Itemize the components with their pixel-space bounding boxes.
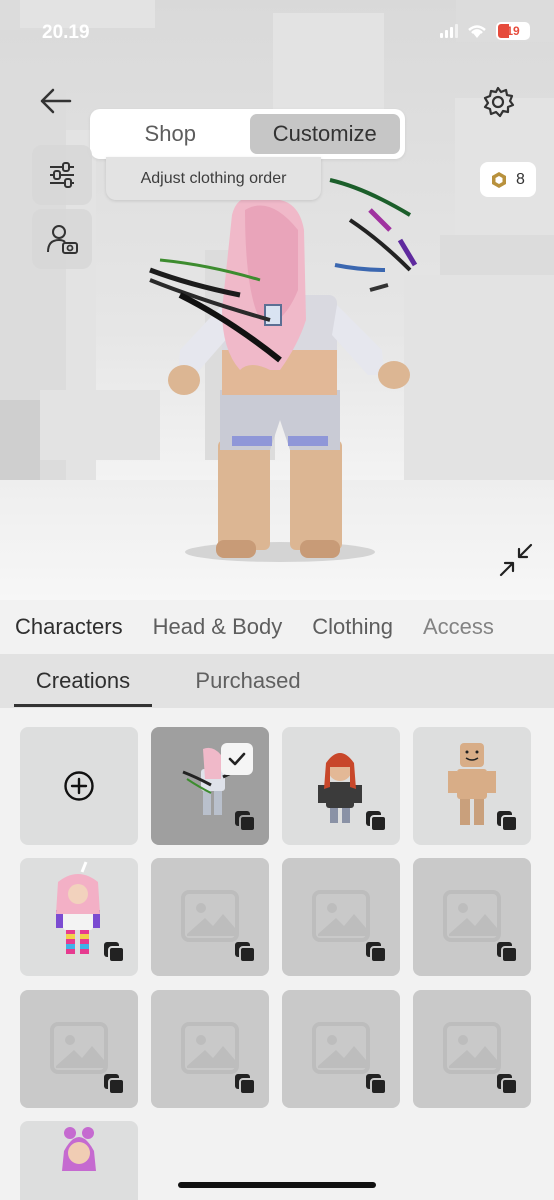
- adjust-clothing-button[interactable]: [32, 145, 92, 205]
- image-placeholder-icon: [181, 890, 239, 942]
- checkmark-icon: [228, 752, 246, 766]
- adjust-clothing-tooltip: Adjust clothing order: [106, 157, 321, 200]
- status-time: 20.19: [42, 22, 90, 43]
- signal-icon: [440, 24, 458, 38]
- character-tile-placeholder[interactable]: [282, 990, 400, 1108]
- robux-count: 8: [516, 170, 525, 188]
- tab-clothing[interactable]: Clothing: [312, 614, 393, 640]
- stack-icon: [104, 1074, 125, 1095]
- gear-icon: [483, 86, 515, 118]
- image-placeholder-icon: [443, 890, 501, 942]
- settings-button[interactable]: [480, 84, 516, 120]
- character-tile-placeholder[interactable]: [282, 858, 400, 976]
- shop-customize-toggle: Shop Customize: [90, 109, 405, 159]
- character-tile-placeholder[interactable]: [413, 858, 531, 976]
- back-button[interactable]: [38, 86, 74, 116]
- image-placeholder-icon: [312, 1022, 370, 1074]
- stack-icon: [497, 811, 518, 832]
- tab-purchased[interactable]: Purchased: [188, 654, 308, 708]
- character-tile-placeholder[interactable]: [20, 990, 138, 1108]
- stack-icon: [366, 1074, 387, 1095]
- wifi-icon: [468, 25, 486, 38]
- character-tile-placeholder[interactable]: [151, 858, 269, 976]
- shop-segment[interactable]: Shop: [95, 114, 246, 154]
- character-tile[interactable]: [413, 727, 531, 845]
- category-tabs: Characters Head & Body Clothing Access: [0, 600, 554, 654]
- image-placeholder-icon: [50, 1022, 108, 1074]
- collapse-arrows-icon: [499, 543, 533, 577]
- stack-icon: [497, 942, 518, 963]
- user-camera-icon: [47, 225, 78, 254]
- character-tile[interactable]: [282, 727, 400, 845]
- tab-head-body[interactable]: Head & Body: [153, 614, 283, 640]
- home-indicator: [178, 1182, 376, 1188]
- stack-icon: [235, 942, 256, 963]
- stack-icon: [235, 1074, 256, 1095]
- avatar-preview[interactable]: 20.19 19 Shop Customize Adjust clothing …: [0, 0, 554, 600]
- character-tile[interactable]: [20, 1121, 138, 1200]
- character-tile-placeholder[interactable]: [413, 990, 531, 1108]
- avatar-figure: [149, 178, 418, 562]
- stack-icon: [366, 942, 387, 963]
- arrow-left-icon: [40, 88, 72, 114]
- stack-icon: [366, 811, 387, 832]
- robux-balance[interactable]: 8: [480, 162, 536, 197]
- stack-icon: [235, 811, 256, 832]
- character-thumbnail: [62, 1127, 96, 1171]
- creations-grid: [0, 708, 554, 1200]
- status-icons: 19: [440, 22, 530, 40]
- sliders-icon: [50, 162, 74, 188]
- image-placeholder-icon: [181, 1022, 239, 1074]
- battery-level: 19: [506, 24, 520, 38]
- tab-creations[interactable]: Creations: [14, 654, 152, 708]
- image-placeholder-icon: [443, 1022, 501, 1074]
- tab-accessories[interactable]: Access: [423, 614, 494, 640]
- character-tile-selected[interactable]: [151, 727, 269, 845]
- tab-characters[interactable]: Characters: [15, 614, 123, 640]
- stack-icon: [104, 942, 125, 963]
- character-tile-placeholder[interactable]: [151, 990, 269, 1108]
- character-tile[interactable]: [20, 858, 138, 976]
- sub-tabs: Creations Purchased: [0, 654, 554, 708]
- collapse-view-button[interactable]: [498, 542, 534, 578]
- bg-block: [273, 13, 384, 110]
- stack-icon: [497, 1074, 518, 1095]
- create-character-tile[interactable]: [20, 727, 138, 845]
- plus-circle-icon: [64, 771, 94, 801]
- battery-icon: 19: [496, 22, 530, 40]
- robux-icon: [492, 171, 507, 188]
- customize-segment[interactable]: Customize: [249, 114, 400, 154]
- selected-check: [221, 743, 253, 775]
- avatar-camera-button[interactable]: [32, 209, 92, 269]
- image-placeholder-icon: [312, 890, 370, 942]
